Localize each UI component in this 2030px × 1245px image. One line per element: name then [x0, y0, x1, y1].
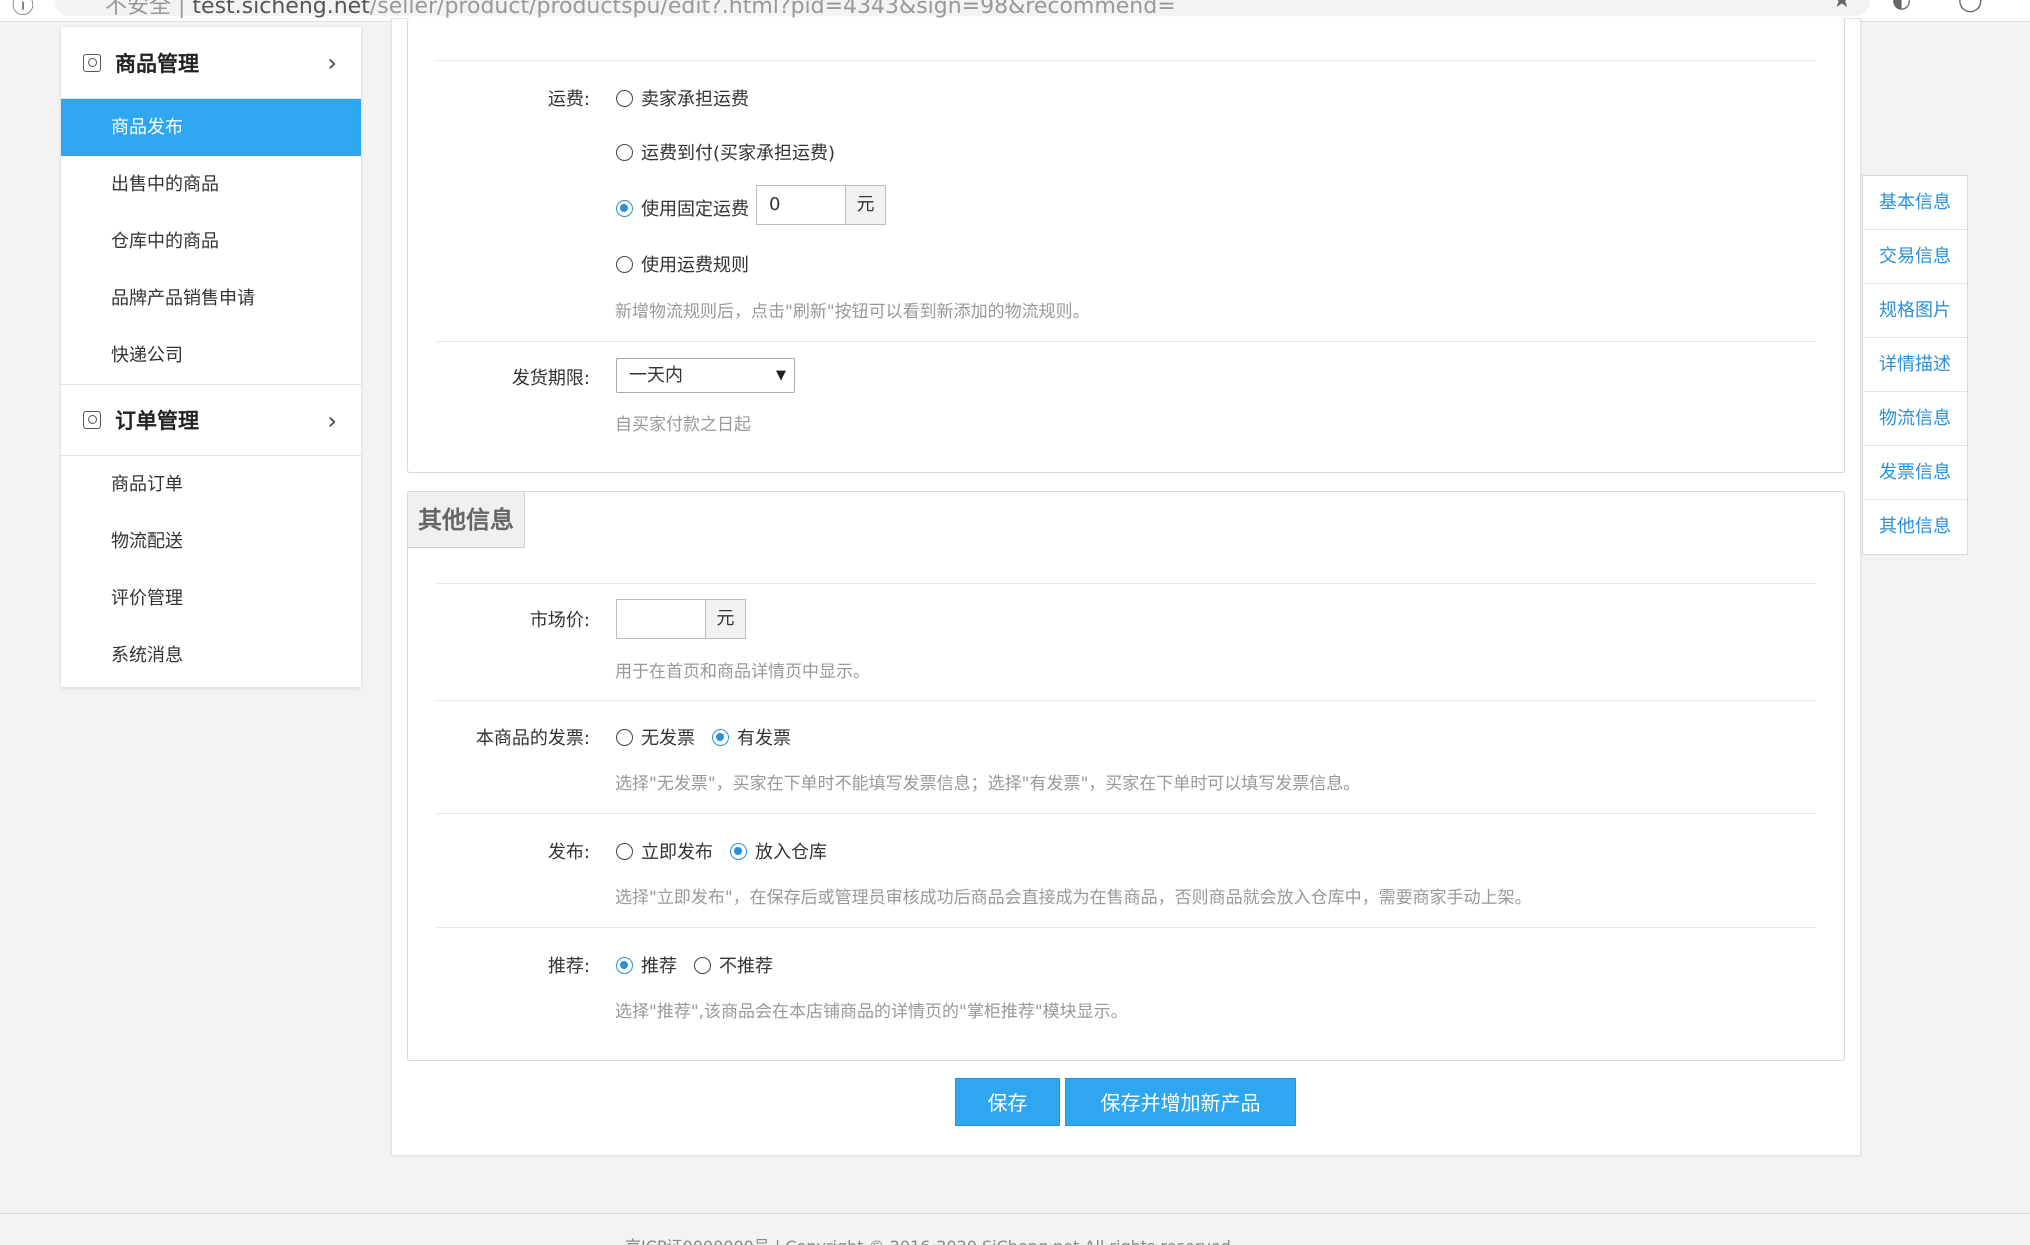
- publish-option-now[interactable]: 立即发布: [616, 838, 713, 864]
- radio-publish-now[interactable]: [616, 842, 633, 860]
- radio-not-recommend[interactable]: [694, 956, 711, 974]
- radio-cod[interactable]: [616, 143, 633, 161]
- footer-divider: [0, 1213, 2030, 1214]
- sidebar-group-title: 订单管理: [115, 409, 199, 433]
- ship-hint: 自买家付款之日起: [615, 415, 751, 435]
- divider: [436, 583, 1816, 584]
- chevron-right-icon: ›: [327, 49, 337, 77]
- freight-option-fixed[interactable]: 使用固定运费: [616, 195, 749, 221]
- product-icon: [83, 53, 101, 72]
- anchor-spec-images[interactable]: 规格图片: [1863, 284, 1967, 338]
- other-info-tab: 其他信息: [408, 492, 525, 548]
- divider: [436, 341, 1816, 342]
- unit-label: 元: [846, 185, 886, 225]
- market-price-group: 元: [616, 599, 746, 639]
- anchor-logistics[interactable]: 物流信息: [1863, 392, 1967, 446]
- invoice-option-none[interactable]: 无发票: [616, 724, 695, 750]
- star-icon[interactable]: ★: [1832, 0, 1852, 13]
- sidebar-group-title: 商品管理: [115, 51, 199, 76]
- sidebar-item-reviews[interactable]: 评价管理: [61, 570, 361, 627]
- info-icon[interactable]: ⓘ: [12, 0, 34, 20]
- radio-publish-store[interactable]: [730, 842, 747, 860]
- freight-option-rule[interactable]: 使用运费规则: [616, 251, 749, 277]
- footer-copyright: 京ICP证0000000号 | Copyright © 2016-2020 Si…: [625, 1233, 1236, 1245]
- freight-option-cod[interactable]: 运费到付(买家承担运费): [616, 139, 835, 165]
- option-label: 放入仓库: [755, 842, 827, 863]
- account-icon[interactable]: ◯: [1958, 0, 1983, 13]
- sidebar-group-order[interactable]: 订单管理 ›: [61, 384, 361, 456]
- radio-fixed[interactable]: [616, 199, 633, 217]
- anchor-nav: 基本信息 交易信息 规格图片 详情描述 物流信息 发票信息 其他信息: [1862, 175, 1968, 555]
- freight-option-seller[interactable]: 卖家承担运费: [616, 85, 749, 111]
- chevron-right-icon: ›: [327, 407, 337, 435]
- market-price-label: 市场价:: [529, 610, 590, 631]
- anchor-trade-info[interactable]: 交易信息: [1863, 230, 1967, 284]
- sidebar-item-orders[interactable]: 商品订单: [61, 456, 361, 513]
- save-button[interactable]: 保存: [955, 1078, 1060, 1126]
- radio-seller[interactable]: [616, 89, 633, 107]
- invoice-hint: 选择"无发票"，买家在下单时不能填写发票信息；选择"有发票"，买家在下单时可以填…: [615, 774, 1361, 794]
- radio-no-invoice[interactable]: [616, 728, 633, 746]
- option-label: 无发票: [641, 728, 695, 749]
- ship-label: 发货期限:: [511, 368, 590, 389]
- unit-label: 元: [706, 599, 746, 639]
- anchor-basic-info[interactable]: 基本信息: [1863, 176, 1967, 230]
- fixed-freight-input[interactable]: 0: [756, 185, 846, 225]
- sidebar-item-publish[interactable]: 商品发布: [61, 99, 361, 156]
- radio-rule[interactable]: [616, 255, 633, 273]
- anchor-other-info[interactable]: 其他信息: [1863, 500, 1967, 554]
- recommend-option-no[interactable]: 不推荐: [694, 952, 773, 978]
- publish-hint: 选择"立即发布"，在保存后或管理员审核成功后商品会直接成为在售商品，否则商品就会…: [615, 888, 1532, 908]
- security-label: 不安全: [105, 0, 172, 19]
- sidebar-item-on-sale[interactable]: 出售中的商品: [61, 156, 361, 213]
- divider: [436, 927, 1816, 928]
- freight-label: 运费:: [547, 89, 590, 110]
- sidebar: 商品管理 › 商品发布 出售中的商品 仓库中的商品 品牌产品销售申请 快递公司 …: [61, 27, 361, 687]
- option-label: 使用固定运费: [641, 199, 749, 220]
- recommend-option-yes[interactable]: 推荐: [616, 952, 677, 978]
- anchor-invoice[interactable]: 发票信息: [1863, 446, 1967, 500]
- market-price-hint: 用于在首页和商品详情页中显示。: [615, 662, 870, 682]
- extension-icon[interactable]: ◐: [1892, 0, 1911, 13]
- option-label: 立即发布: [641, 842, 713, 863]
- radio-recommend[interactable]: [616, 956, 633, 974]
- option-label: 卖家承担运费: [641, 89, 749, 110]
- sidebar-group-product[interactable]: 商品管理 ›: [61, 27, 361, 99]
- url-text: 不安全 | test.sicheng.net/seller/product/pr…: [105, 0, 1176, 20]
- sidebar-item-warehouse[interactable]: 仓库中的商品: [61, 213, 361, 270]
- select-value: 一天内: [629, 365, 683, 386]
- invoice-option-yes[interactable]: 有发票: [712, 724, 791, 750]
- invoice-label: 本商品的发票:: [475, 728, 590, 749]
- fixed-freight-group: 0 元: [756, 185, 886, 225]
- dropdown-arrow-icon: ▼: [776, 368, 786, 383]
- market-price-input[interactable]: [616, 599, 706, 639]
- option-label: 推荐: [641, 956, 677, 977]
- divider: [436, 813, 1816, 814]
- option-label: 使用运费规则: [641, 255, 749, 276]
- save-and-add-button[interactable]: 保存并增加新产品: [1065, 1078, 1296, 1126]
- divider: [436, 700, 1816, 701]
- recommend-hint: 选择"推荐",该商品会在本店铺商品的详情页的"掌柜推荐"模块显示。: [615, 1002, 1128, 1022]
- url-path: /seller/product/productspu/edit?.html?pi…: [369, 0, 1176, 19]
- sidebar-item-delivery[interactable]: 物流配送: [61, 513, 361, 570]
- option-label: 有发票: [737, 728, 791, 749]
- url-host: test.sicheng.net: [192, 0, 370, 19]
- sidebar-item-courier[interactable]: 快递公司: [61, 327, 361, 384]
- radio-has-invoice[interactable]: [712, 728, 729, 746]
- publish-option-store[interactable]: 放入仓库: [730, 838, 827, 864]
- sidebar-item-messages[interactable]: 系统消息: [61, 627, 361, 684]
- recommend-label: 推荐:: [547, 956, 590, 977]
- option-label: 不推荐: [719, 956, 773, 977]
- option-label: 运费到付(买家承担运费): [641, 143, 836, 164]
- rule-hint: 新增物流规则后，点击"刷新"按钮可以看到新添加的物流规则。: [615, 302, 1090, 322]
- ship-deadline-select[interactable]: 一天内 ▼: [616, 358, 795, 393]
- publish-label: 发布:: [547, 842, 590, 863]
- anchor-description[interactable]: 详情描述: [1863, 338, 1967, 392]
- divider: [436, 60, 1816, 61]
- sidebar-item-brand-apply[interactable]: 品牌产品销售申请: [61, 270, 361, 327]
- order-icon: [83, 411, 101, 429]
